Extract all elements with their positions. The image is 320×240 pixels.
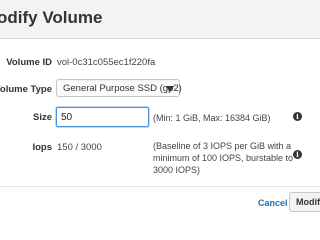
dialog-header: odify Volume bbox=[0, 0, 320, 39]
dialog-title: odify Volume bbox=[0, 8, 103, 27]
iops-hint-line-3: 3000 IOPS) bbox=[153, 165, 201, 175]
iops-hint-line-2: minimum of 100 IOPS, burstable to bbox=[153, 153, 294, 163]
iops-hint: (Baseline of 3 IOPS per GiB with a minim… bbox=[153, 140, 293, 176]
size-input[interactable] bbox=[56, 107, 149, 127]
chevron-down-icon bbox=[166, 86, 174, 92]
volume-id-value: vol-0c31c055ec1f220fa bbox=[57, 57, 156, 68]
size-label: Size bbox=[32, 112, 52, 123]
volume-id-label: Volume ID bbox=[6, 57, 52, 68]
cancel-button[interactable]: Cancel bbox=[258, 198, 288, 208]
iops-value: 150 / 3000 bbox=[57, 142, 102, 153]
volume-type-select[interactable]: General Purpose SSD (gp2) bbox=[56, 79, 182, 97]
iops-label: Iops bbox=[32, 142, 52, 153]
modify-volume-dialog: odify Volume Volume ID vol-0c31c055ec1f2… bbox=[0, 0, 320, 214]
modify-button[interactable]: Modify bbox=[289, 192, 320, 212]
volume-type-selected-value: General Purpose SSD (gp2) bbox=[63, 83, 182, 94]
volume-type-label: Volume Type bbox=[0, 84, 52, 95]
info-icon[interactable]: i bbox=[293, 150, 302, 159]
footer-divider bbox=[0, 186, 320, 187]
info-icon[interactable]: i bbox=[293, 112, 302, 121]
size-hint: (Min: 1 GiB, Max: 16384 GiB) bbox=[153, 113, 271, 123]
iops-hint-line-1: (Baseline of 3 IOPS per GiB with a bbox=[153, 141, 292, 151]
